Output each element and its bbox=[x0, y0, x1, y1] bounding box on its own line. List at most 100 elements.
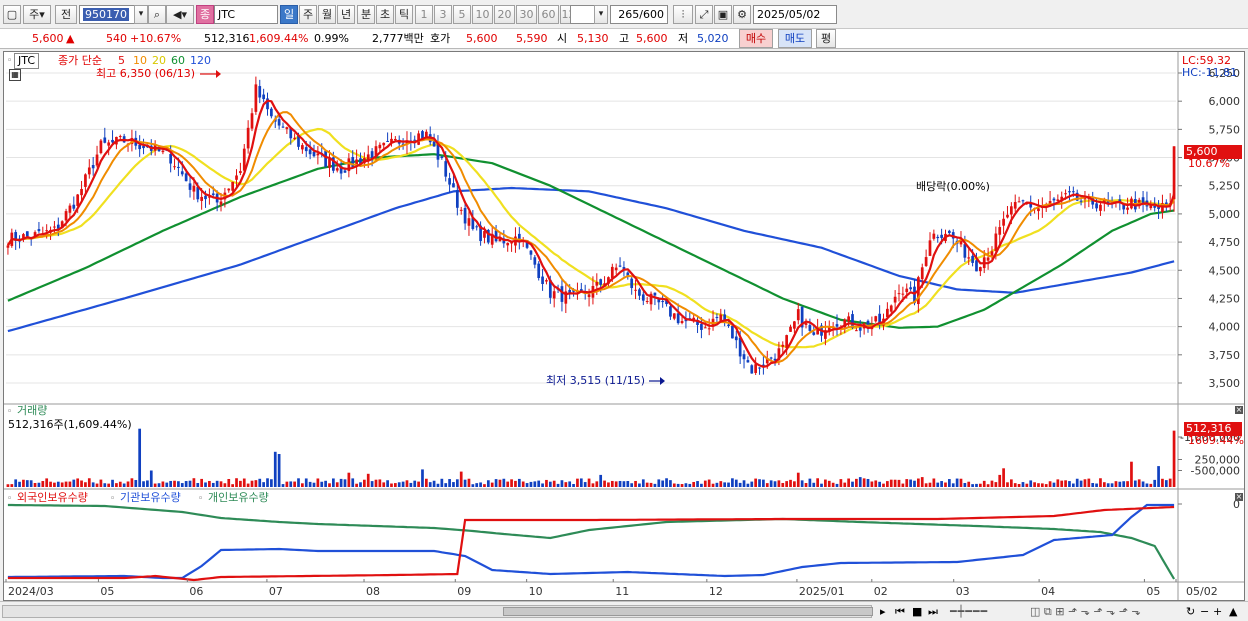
candle-body bbox=[672, 313, 676, 319]
candle-body bbox=[281, 126, 285, 128]
scrollbar[interactable] bbox=[2, 605, 873, 618]
zoom-slider[interactable]: ━┿━━━ bbox=[950, 605, 988, 619]
volume-bar bbox=[1149, 483, 1153, 487]
volume-bar bbox=[301, 483, 304, 487]
stop-icon[interactable]: ■ bbox=[912, 605, 922, 619]
window-icon[interactable]: ▢ bbox=[3, 5, 21, 24]
volume-bar bbox=[502, 478, 506, 487]
interval-button-60[interactable]: 60 bbox=[538, 5, 559, 24]
candle-body bbox=[715, 316, 719, 318]
volume-bar bbox=[409, 482, 413, 487]
sell-button[interactable]: 매도 bbox=[778, 29, 812, 48]
period-main-select[interactable]: 주▾ bbox=[23, 5, 51, 24]
volume-bar bbox=[548, 481, 552, 487]
candle-body bbox=[239, 171, 242, 174]
scroll-thumb[interactable] bbox=[503, 607, 873, 616]
volume-bar bbox=[1056, 479, 1060, 487]
panel-dot-icon: ◦ bbox=[7, 56, 13, 66]
volume-bar bbox=[196, 483, 200, 487]
candle-body bbox=[262, 94, 265, 100]
volume-bar bbox=[715, 482, 719, 487]
volume-bar bbox=[886, 481, 889, 487]
candle-body bbox=[940, 234, 943, 238]
volume-bar bbox=[696, 481, 699, 487]
date-field[interactable]: 2025/05/02 bbox=[753, 5, 837, 24]
interval-dropdown-icon[interactable]: ▾ bbox=[594, 5, 608, 24]
volume-bar bbox=[99, 479, 103, 487]
forward-icon[interactable]: ⏭ bbox=[928, 605, 938, 619]
search-icon[interactable]: ⌕ bbox=[148, 5, 166, 24]
save-icon[interactable]: ▣ bbox=[714, 5, 732, 24]
period-tick-button[interactable]: 틱 bbox=[395, 5, 413, 24]
volume-bar bbox=[1044, 484, 1048, 487]
code-dropdown-icon[interactable]: ▾ bbox=[134, 5, 148, 24]
volume-bar bbox=[320, 481, 324, 487]
x-tick-label: 04 bbox=[1041, 585, 1055, 598]
volume-bar bbox=[990, 480, 994, 487]
volume-bar bbox=[219, 481, 223, 487]
candle-body bbox=[277, 119, 281, 126]
volume-bar bbox=[545, 479, 548, 487]
prev-button[interactable]: 전 bbox=[55, 5, 77, 24]
volume-bar bbox=[707, 479, 711, 487]
volume-bar bbox=[211, 482, 215, 487]
candle-body bbox=[382, 142, 386, 146]
candle-body bbox=[758, 367, 761, 369]
chart-area[interactable]: 3,500 3,750 4,000 4,250 4,500 4,750 5,000 5,250… bbox=[3, 51, 1245, 601]
candle-body bbox=[254, 84, 258, 112]
interval-button-20[interactable]: 20 bbox=[494, 5, 515, 24]
rewind-icon[interactable]: ⏮ bbox=[895, 605, 905, 619]
zoom-out-icon[interactable]: ▲ bbox=[1229, 605, 1237, 619]
candle-body bbox=[169, 153, 173, 164]
scroll-right-icon[interactable]: ▸ bbox=[880, 605, 886, 619]
interval-button-1[interactable]: 1 bbox=[415, 5, 433, 24]
volume-bar bbox=[870, 481, 874, 487]
interval-button-5[interactable]: 5 bbox=[453, 5, 471, 24]
volume-bar bbox=[115, 483, 118, 487]
avg-button[interactable]: 평 bbox=[816, 29, 836, 48]
volume-bar bbox=[1126, 481, 1129, 487]
holdings-panel-close-icon[interactable]: × bbox=[1235, 493, 1243, 501]
interval-button-3[interactable]: 3 bbox=[434, 5, 452, 24]
volume-bar bbox=[827, 480, 831, 487]
volume-bar bbox=[525, 483, 529, 487]
volume-bar bbox=[1009, 479, 1013, 487]
period-week-button[interactable]: 주 bbox=[299, 5, 317, 24]
layout-icons[interactable]: ◫ ⧉ ⊞ ⬏ ⬎ ⬏ ⬎ ⬏ ⬎ bbox=[1030, 605, 1141, 619]
grid-icon[interactable]: ▦ bbox=[9, 69, 21, 81]
gear-icon[interactable]: ⚙ bbox=[733, 5, 751, 24]
volume-bar bbox=[940, 481, 943, 487]
volume-bar bbox=[517, 478, 521, 487]
period-second-button[interactable]: 초 bbox=[376, 5, 394, 24]
period-year-button[interactable]: 년 bbox=[337, 5, 355, 24]
buy-button[interactable]: 매수 bbox=[739, 29, 773, 48]
interval-button-30[interactable]: 30 bbox=[516, 5, 537, 24]
period-day-button[interactable]: 일 bbox=[280, 5, 298, 24]
candle-type-icon[interactable]: ⫶ bbox=[673, 5, 693, 24]
count-field[interactable]: 265/600 bbox=[610, 5, 668, 24]
candle-body bbox=[541, 276, 544, 284]
candle-body bbox=[200, 196, 204, 201]
candle-body bbox=[707, 328, 711, 330]
zoom-in-icon[interactable]: ↻ bbox=[1186, 605, 1195, 619]
interval-button-10[interactable]: 10 bbox=[472, 5, 493, 24]
zoom-plus-icon[interactable]: + bbox=[1213, 605, 1222, 619]
volume-bar bbox=[618, 480, 622, 487]
volume-bar bbox=[576, 478, 579, 487]
candle-body bbox=[638, 289, 641, 296]
volume-bar bbox=[851, 481, 854, 487]
candle-body bbox=[897, 293, 901, 295]
volume-bar bbox=[335, 482, 339, 487]
period-month-button[interactable]: 월 bbox=[318, 5, 336, 24]
stock-name-field[interactable]: JTC bbox=[214, 5, 278, 24]
chart-compare-icon[interactable]: ⤢ bbox=[695, 5, 713, 24]
volume-bar bbox=[1110, 483, 1114, 487]
candle-body bbox=[455, 190, 459, 208]
zoom-minus-icon[interactable]: − bbox=[1200, 605, 1209, 619]
speaker-icon[interactable]: ◀▾ bbox=[166, 5, 194, 24]
volume-panel-close-icon[interactable]: × bbox=[1235, 406, 1243, 414]
period-minute-button[interactable]: 분 bbox=[357, 5, 375, 24]
candle-body bbox=[727, 324, 730, 326]
volume-bar bbox=[339, 478, 343, 487]
candle-body bbox=[653, 292, 657, 296]
